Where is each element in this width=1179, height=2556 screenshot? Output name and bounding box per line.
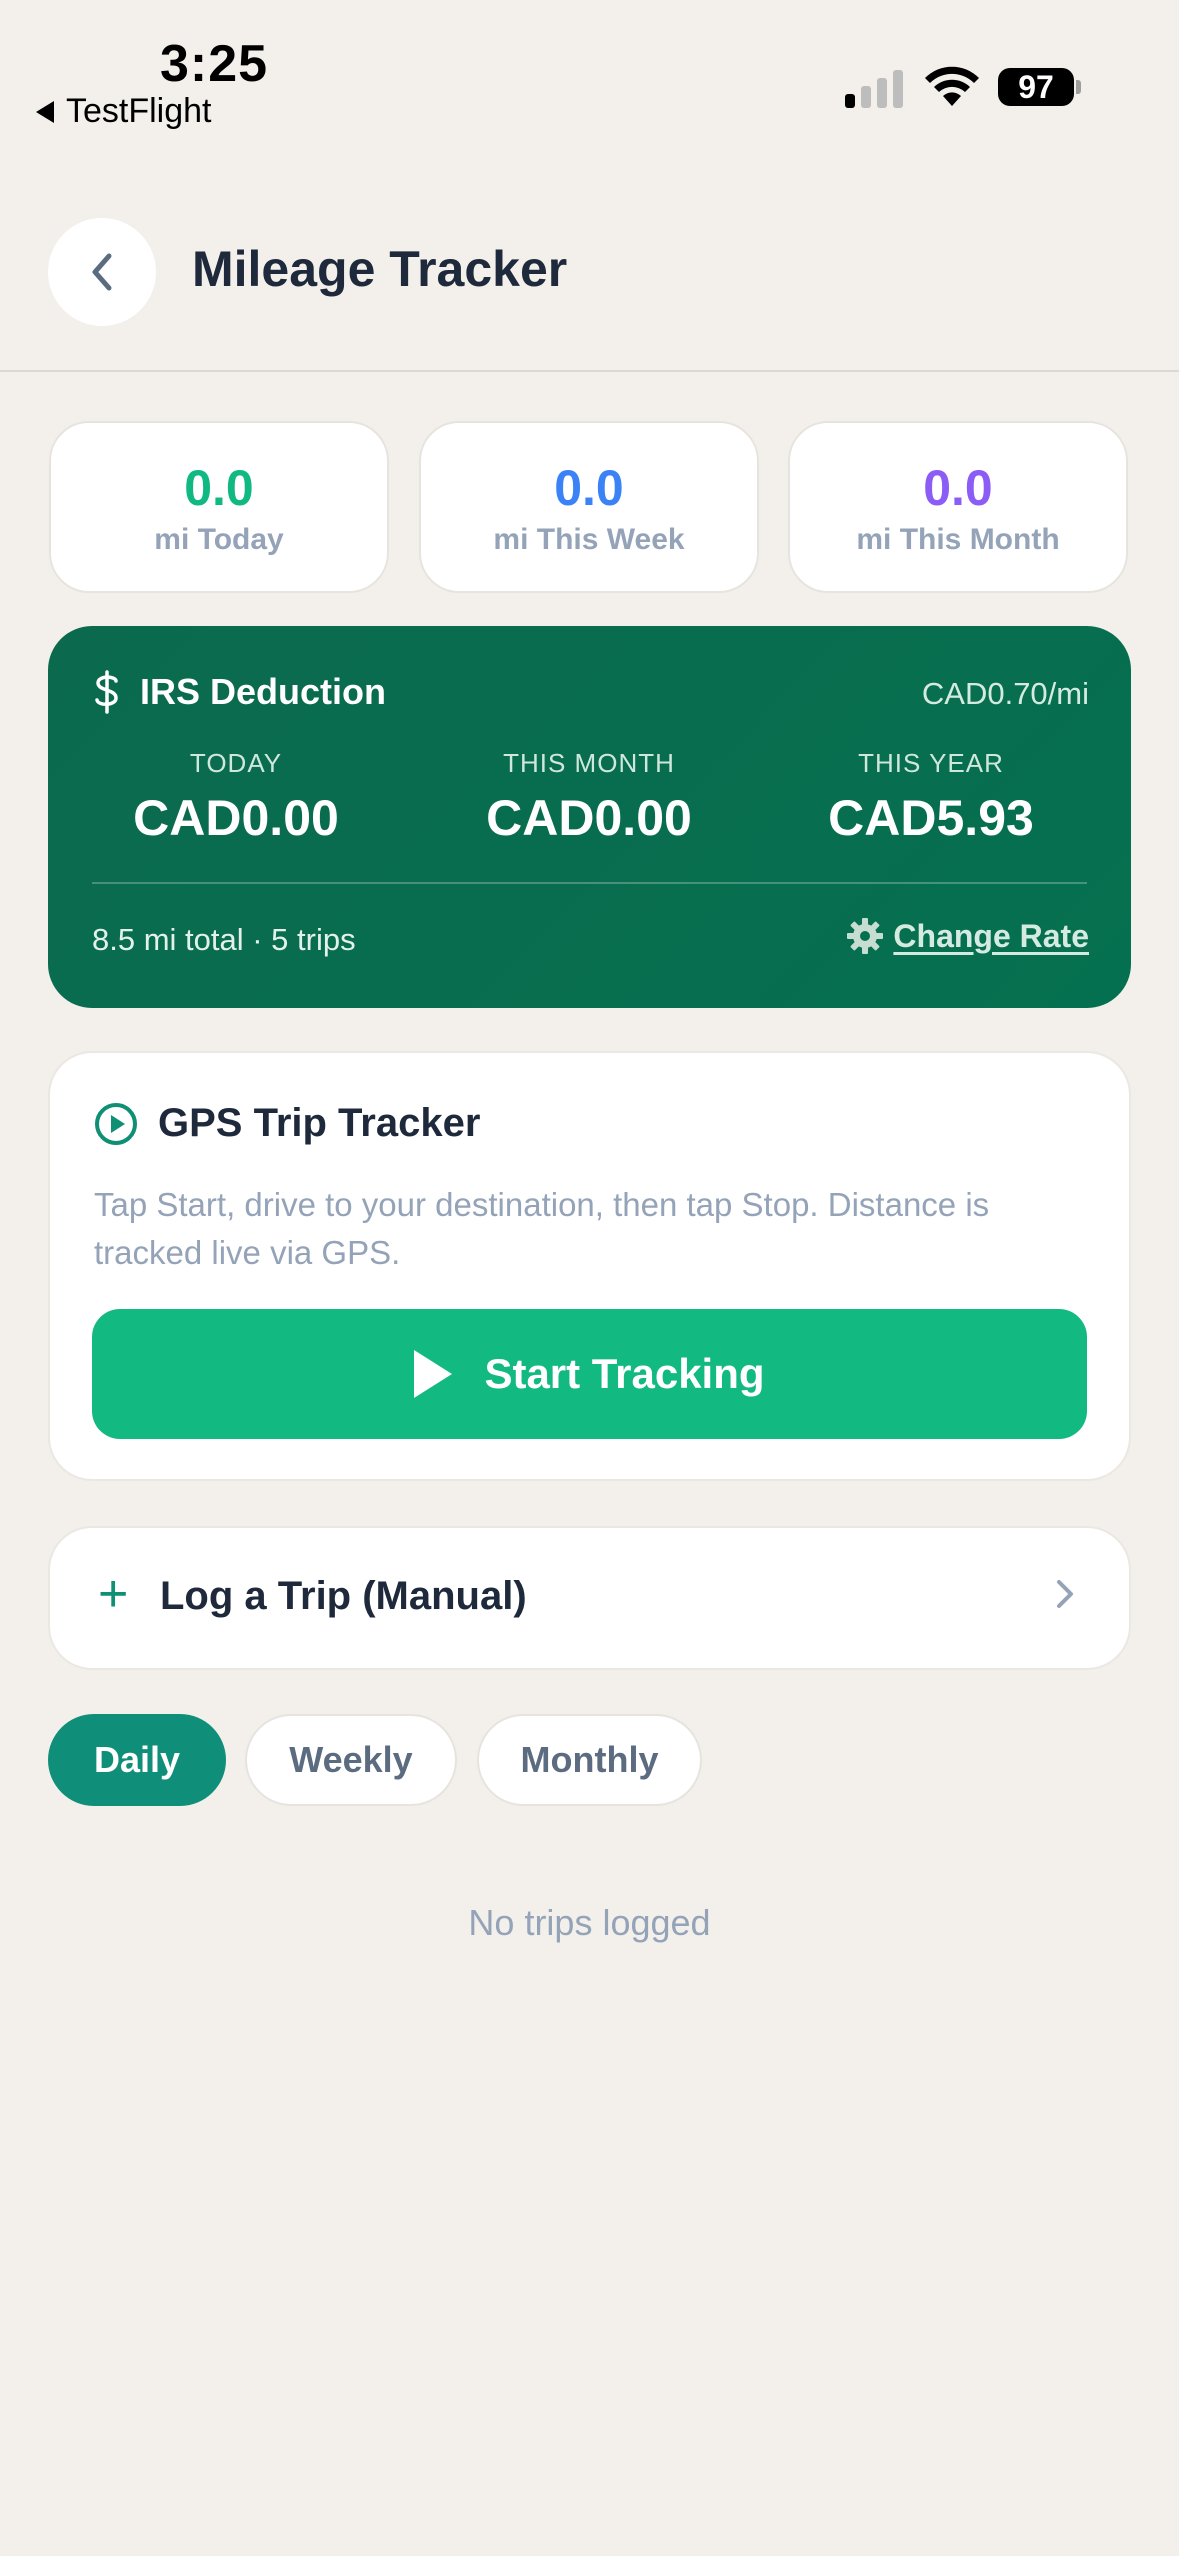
gps-title: GPS Trip Tracker [158, 1101, 481, 1145]
stat-label: mi Today [154, 523, 284, 556]
irs-col-amount: CAD0.00 [133, 790, 339, 846]
log-trip-label: Log a Trip (Manual) [160, 1574, 527, 1618]
log-trip-manual-row[interactable]: + Log a Trip (Manual) [48, 1526, 1131, 1670]
start-tracking-button[interactable]: Start Tracking [92, 1309, 1087, 1439]
back-triangle-icon [36, 100, 54, 123]
irs-header: IRS Deduction [92, 670, 386, 714]
irs-rate: CAD0.70/mi [921, 676, 1089, 711]
empty-state-text: No trips logged [468, 1902, 711, 1943]
irs-col-label: THIS YEAR [858, 748, 1004, 778]
stat-card-today: 0.0 mi Today [49, 421, 389, 593]
header-divider [0, 370, 1179, 372]
change-rate-label: Change Rate [893, 917, 1089, 954]
back-to-app-link[interactable]: TestFlight [36, 92, 212, 131]
stat-card-week: 0.0 mi This Week [419, 421, 759, 593]
gps-tracker-card: GPS Trip Tracker Tap Start, drive to you… [48, 1051, 1131, 1481]
stat-value: 0.0 [554, 460, 624, 516]
irs-deduction-card: IRS Deduction CAD0.70/mi TODAY CAD0.00 T… [48, 626, 1131, 1008]
status-time: 3:25 [160, 35, 269, 93]
irs-today: TODAY CAD0.00 [76, 748, 396, 847]
change-rate-link[interactable]: Change Rate [845, 916, 1089, 956]
dollar-icon [95, 670, 118, 714]
gps-description: Tap Start, drive to your destination, th… [94, 1186, 990, 1271]
tab-monthly[interactable]: Monthly [477, 1714, 702, 1806]
gps-header: GPS Trip Tracker [94, 1101, 480, 1146]
back-app-label: TestFlight [66, 92, 212, 130]
play-circle-icon [95, 1102, 137, 1145]
irs-col-label: TODAY [189, 748, 283, 778]
plus-icon: + [98, 1565, 129, 1623]
irs-title: IRS Deduction [140, 671, 387, 712]
stat-label: mi This Month [856, 523, 1060, 556]
stat-label: mi This Week [493, 523, 685, 556]
irs-col-label: THIS MONTH [503, 748, 675, 778]
chevron-left-icon [92, 253, 112, 291]
irs-divider [92, 882, 1087, 884]
gear-icon [847, 918, 884, 954]
cellular-signal-icon [845, 66, 903, 108]
tab-weekly[interactable]: Weekly [245, 1714, 457, 1806]
play-icon [414, 1350, 453, 1398]
irs-col-amount: CAD0.00 [486, 790, 692, 846]
stat-value: 0.0 [184, 460, 254, 516]
battery-indicator: 97 [998, 68, 1074, 106]
tab-daily[interactable]: Daily [48, 1714, 226, 1806]
battery-cap [1076, 80, 1081, 94]
irs-col-amount: CAD5.93 [828, 790, 1034, 846]
stat-card-month: 0.0 mi This Month [788, 421, 1128, 593]
irs-summary: 8.5 mi total · 5 trips [92, 922, 356, 957]
page-title: Mileage Tracker [192, 241, 568, 297]
chevron-right-icon [1057, 1580, 1073, 1608]
start-tracking-label: Start Tracking [484, 1350, 765, 1397]
irs-this-year: THIS YEAR CAD5.93 [771, 748, 1091, 847]
irs-this-month: THIS MONTH CAD0.00 [429, 748, 749, 847]
back-button[interactable] [48, 218, 156, 326]
wifi-icon [925, 66, 979, 106]
stat-value: 0.0 [923, 460, 993, 516]
